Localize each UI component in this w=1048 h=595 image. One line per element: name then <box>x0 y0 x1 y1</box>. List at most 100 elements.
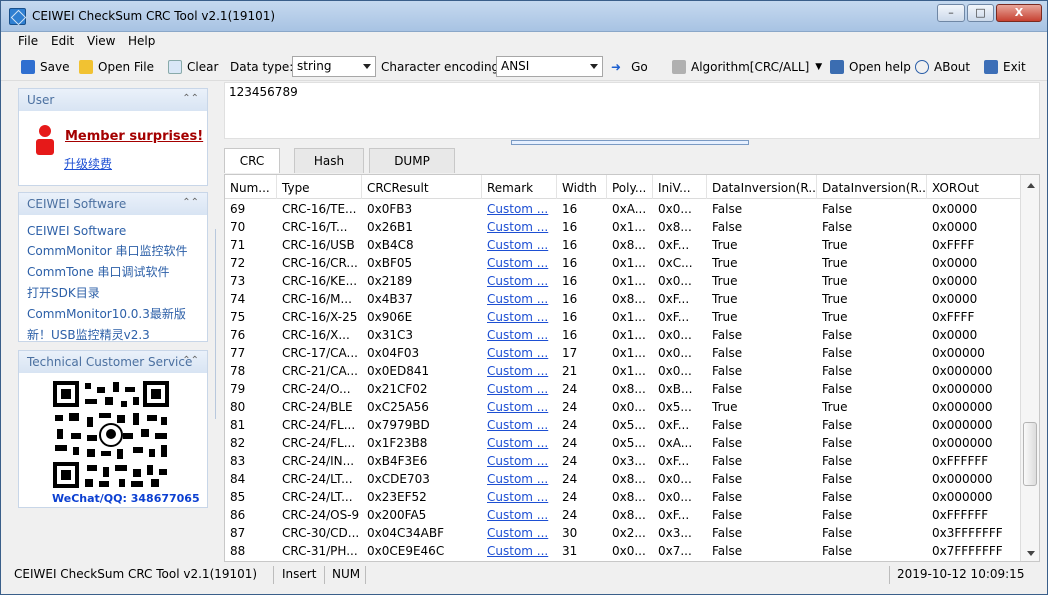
scroll-down-icon[interactable] <box>1027 551 1035 556</box>
data-type-select[interactable]: string <box>292 56 376 77</box>
about-button[interactable]: ABout <box>915 58 970 76</box>
remark-link[interactable]: Custom ... <box>482 326 557 344</box>
column-header[interactable]: Poly... <box>607 175 653 199</box>
status-bar: CEIWEI CheckSum CRC Tool v2.1(19101) Ins… <box>9 565 1039 586</box>
remark-link[interactable]: Custom ... <box>482 398 557 416</box>
remark-link[interactable]: Custom ... <box>482 416 557 434</box>
table-row[interactable]: 74 CRC-16/M... 0x4B37 Custom ... 16 0x8... 0xF… <box>225 290 1022 308</box>
remark-link[interactable]: Custom ... <box>482 452 557 470</box>
char-encoding-select[interactable]: ANSI <box>496 56 603 77</box>
remark-link[interactable]: Custom ... <box>482 506 557 524</box>
remark-link[interactable]: Custom ... <box>482 200 557 218</box>
table-row[interactable]: 72 CRC-16/CR... 0xBF05 Custom ... 16 0x1... 0x… <box>225 254 1022 272</box>
remark-link[interactable]: Custom ... <box>482 344 557 362</box>
remark-link[interactable]: Custom ... <box>482 542 557 560</box>
column-header[interactable]: Type <box>277 175 362 199</box>
open-help-button[interactable]: Open help <box>830 58 911 76</box>
column-header[interactable]: CRCResult <box>362 175 482 199</box>
table-row[interactable]: 77 CRC-17/CA... 0x04F03 Custom ... 17 0x1... 0… <box>225 344 1022 362</box>
column-header[interactable]: DataInversion(R... <box>707 175 817 199</box>
tab-hash[interactable]: Hash <box>294 148 364 173</box>
remark-link[interactable]: Custom ... <box>482 362 557 380</box>
remark-link[interactable]: Custom ... <box>482 524 557 542</box>
tab-crc[interactable]: CRC <box>224 148 280 173</box>
menu-file[interactable]: File <box>18 34 38 48</box>
table-cell: 0x0000 <box>932 328 978 342</box>
collapse-icon[interactable]: ⌃⌃ <box>182 355 199 366</box>
software-link[interactable]: CommMonitor10.0.3最新版 <box>27 305 207 322</box>
column-header[interactable]: DataInversion(R... <box>817 175 927 199</box>
scroll-up-icon[interactable] <box>1027 183 1035 188</box>
table-row[interactable]: 73 CRC-16/KE... 0x2189 Custom ... 16 0x1... 0x… <box>225 272 1022 290</box>
menu-edit[interactable]: Edit <box>51 34 74 48</box>
table-row[interactable]: 83 CRC-24/IN... 0xB4F3E6 Custom ... 24 0x3...… <box>225 452 1022 470</box>
table-row[interactable]: 88 CRC-31/PH... 0x0CE9E46C Custom ... 31 0x0.… <box>225 542 1022 560</box>
remark-link[interactable]: Custom ... <box>482 254 557 272</box>
column-header[interactable]: Width <box>557 175 607 199</box>
menu-help[interactable]: Help <box>128 34 155 48</box>
table-row[interactable]: 69 CRC-16/TE... 0x0FB3 Custom ... 16 0xA... 0x… <box>225 200 1022 218</box>
remark-link[interactable]: Custom ... <box>482 236 557 254</box>
table-cell: 0x000000 <box>932 418 993 432</box>
table-row[interactable]: 82 CRC-24/FL... 0x1F23B8 Custom ... 24 0x5...… <box>225 434 1022 452</box>
collapse-icon[interactable]: ⌃⌃ <box>182 93 199 104</box>
table-row[interactable]: 84 CRC-24/LT... 0xCDE703 Custom ... 24 0x8...… <box>225 470 1022 488</box>
collapse-icon[interactable]: ⌃⌃ <box>182 197 199 208</box>
table-row[interactable]: 86 CRC-24/OS-9 0x200FA5 Custom ... 24 0x8... 0… <box>225 506 1022 524</box>
open-file-button[interactable]: Open File <box>79 58 154 76</box>
table-row[interactable]: 81 CRC-24/FL... 0x7979BD Custom ... 24 0x5...… <box>225 416 1022 434</box>
remark-link[interactable]: Custom ... <box>482 470 557 488</box>
table-row[interactable]: 85 CRC-24/LT... 0x23EF52 Custom ... 24 0x8...… <box>225 488 1022 506</box>
column-header[interactable]: Remark <box>482 175 557 199</box>
table-row[interactable]: 71 CRC-16/USB 0xB4C8 Custom ... 16 0x8... 0xF.… <box>225 236 1022 254</box>
remark-link[interactable]: Custom ... <box>482 380 557 398</box>
software-link[interactable]: CommMonitor 串口监控软件 <box>27 242 207 259</box>
software-link[interactable]: CEIWEI Software <box>27 224 207 238</box>
table-cell: False <box>712 202 743 216</box>
table-row[interactable]: 78 CRC-21/CA... 0x0ED841 Custom ... 21 0x1...… <box>225 362 1022 380</box>
table-cell: 0xBF05 <box>367 256 413 270</box>
remark-link[interactable]: Custom ... <box>482 308 557 326</box>
table-row[interactable]: 87 CRC-30/CD... 0x04C34ABF Custom ... 30 0x2.… <box>225 524 1022 542</box>
scroll-thumb[interactable] <box>1023 422 1037 486</box>
sidebar-splitter[interactable] <box>215 229 221 419</box>
software-link[interactable]: CommTone 串口调试软件 <box>27 263 207 280</box>
table-row[interactable]: 80 CRC-24/BLE 0xC25A56 Custom ... 24 0x0... 0x… <box>225 398 1022 416</box>
column-header[interactable]: XOROut <box>927 175 1022 199</box>
tab-dump[interactable]: DUMP <box>369 148 455 173</box>
table-cell: 0x2... <box>612 526 646 540</box>
table-row[interactable]: 79 CRC-24/O... 0x21CF02 Custom ... 24 0x8... 0… <box>225 380 1022 398</box>
go-button[interactable]: ➜ Go <box>611 58 648 76</box>
table-row[interactable]: 70 CRC-16/T... 0x26B1 Custom ... 16 0x1... 0x8… <box>225 218 1022 236</box>
input-textarea[interactable]: 123456789 <box>224 82 1040 139</box>
table-row[interactable]: 75 CRC-16/X-25 0x906E Custom ... 16 0x1... 0xF… <box>225 308 1022 326</box>
horizontal-splitter[interactable] <box>511 140 749 145</box>
column-header[interactable]: IniV... <box>653 175 707 199</box>
remark-link[interactable]: Custom ... <box>482 218 557 236</box>
remark-link[interactable]: Custom ... <box>482 290 557 308</box>
clear-button[interactable]: Clear <box>168 58 218 76</box>
table-cell: 0x7... <box>658 544 692 558</box>
remark-link[interactable]: Custom ... <box>482 488 557 506</box>
vertical-scrollbar[interactable] <box>1020 175 1039 561</box>
open-file-label: Open File <box>98 60 154 74</box>
menu-view[interactable]: View <box>87 34 115 48</box>
table-cell: 0x000000 <box>932 382 993 396</box>
table-row[interactable]: 76 CRC-16/X... 0x31C3 Custom ... 16 0x1... 0x0… <box>225 326 1022 344</box>
software-link[interactable]: 新！USB监控精灵v2.3 <box>27 326 207 343</box>
close-button[interactable]: X <box>996 4 1042 22</box>
exit-button[interactable]: Exit <box>984 58 1026 76</box>
minimize-button[interactable]: – <box>937 4 965 22</box>
save-button[interactable]: Save <box>21 58 69 76</box>
table-cell: 30 <box>562 526 578 540</box>
remark-link[interactable]: Custom ... <box>482 434 557 452</box>
algorithm-button[interactable]: Algorithm[CRC/ALL] ▼ <box>672 58 822 76</box>
software-link[interactable]: 打开SDK目录 <box>27 284 207 301</box>
table-cell: 0x3... <box>612 454 646 468</box>
maximize-button[interactable]: □ <box>967 4 994 22</box>
upgrade-link[interactable]: 升级续费 <box>64 155 112 172</box>
remark-link[interactable]: Custom ... <box>482 272 557 290</box>
member-surprises-link[interactable]: Member surprises! <box>65 129 203 144</box>
table-cell: 70 <box>230 220 246 234</box>
column-header[interactable]: Num... <box>225 175 277 199</box>
